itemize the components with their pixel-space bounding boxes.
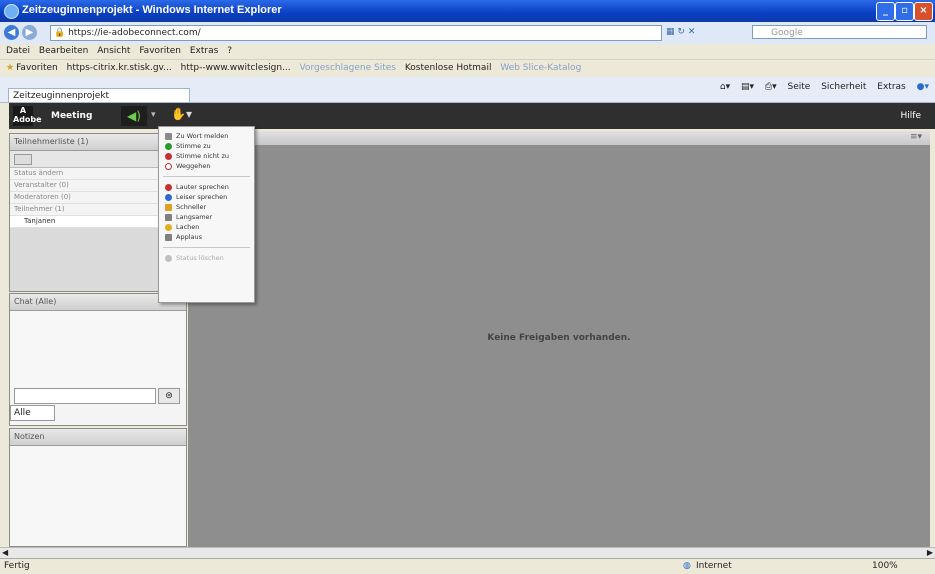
refresh-icon[interactable]: ↻ [677, 27, 685, 37]
compatibility-icon[interactable]: ▦ [666, 27, 675, 37]
favorite-link-4[interactable]: Kostenlose Hotmail [405, 63, 492, 73]
adobe-logo: A Adobe [13, 106, 42, 126]
no-share-message: Keine Freigaben vorhanden. [487, 333, 631, 343]
window-title: Zeitzeuginnenprojekt - Windows Internet … [22, 4, 282, 16]
speaker-dropdown-icon[interactable]: ▾ [151, 110, 156, 120]
globe-icon: ◍ [683, 561, 691, 571]
menu-datei[interactable]: Datei [6, 46, 30, 56]
zoom-text[interactable]: 100% [872, 559, 898, 573]
menu-item-zu-wort-melden[interactable]: Zu Wort melden [159, 131, 254, 141]
menu-item-schneller[interactable]: Schneller [159, 202, 254, 212]
status-hand-icon[interactable]: ✋▾ [171, 107, 192, 121]
menu-help[interactable]: ? [227, 46, 232, 56]
home-icon[interactable]: ⌂▾ [720, 82, 730, 92]
menu-item-weggehen[interactable]: Weggehen [159, 161, 254, 171]
share-pod: ≡▾ Keine Freigaben vorhanden. [188, 131, 930, 547]
menu-item-leiser-sprechen[interactable]: Leiser sprechen [159, 192, 254, 202]
faster-icon [165, 204, 172, 211]
address-bar[interactable]: 🔒 https://ie-adobeconnect.com/ [50, 25, 662, 41]
pod-options-icon[interactable]: ≡▾ [910, 132, 922, 142]
address-toolbar: ◀ ▶ 🔒 https://ie-adobeconnect.com/ ▦ ↻ ✕… [0, 22, 935, 44]
stop-icon[interactable]: ✕ [688, 27, 696, 37]
back-button[interactable]: ◀ [4, 25, 19, 40]
hilfe-menu[interactable]: Hilfe [901, 111, 921, 121]
share-pod-header: ≡▾ [188, 131, 930, 145]
applause-icon [165, 234, 172, 241]
tab-bar: Zeitzeuginnenprojekt ⌂▾ ▤▾ ⎙▾ Seite Sich… [0, 77, 935, 103]
scroll-right-icon[interactable]: ▶ [927, 548, 933, 557]
lock-icon: 🔒 [54, 28, 66, 38]
laugh-icon [165, 224, 172, 231]
chat-scope-select[interactable]: Alle [10, 405, 55, 421]
favorites-button[interactable]: Favoriten [16, 63, 58, 73]
slower-icon [165, 214, 172, 221]
notes-title: Notizen [10, 429, 186, 446]
agree-icon [165, 143, 172, 150]
chat-pod: Chat (Alle) ⊜ Alle [9, 293, 187, 426]
feeds-icon[interactable]: ▤▾ [741, 82, 754, 92]
address-url: https://ie-adobeconnect.com/ [68, 28, 201, 38]
favorite-link-5[interactable]: Web Slice-Katalog [500, 63, 581, 73]
menu-favoriten[interactable]: Favoriten [139, 46, 181, 56]
favorites-bar: ★ Favoriten https-citrix.kr.stisk.gv... h… [0, 59, 935, 78]
help-icon[interactable]: ●▾ [917, 82, 929, 92]
participants-view-icon[interactable] [14, 154, 32, 165]
tab-zeitzeuginnenprojekt[interactable]: Zeitzeuginnenprojekt [8, 88, 190, 102]
forward-button[interactable]: ▶ [22, 25, 37, 40]
zone-text: Internet [696, 561, 732, 571]
ie-logo-icon [4, 4, 19, 19]
menu-item-applaus[interactable]: Applaus [159, 232, 254, 242]
search-input[interactable]: Google [752, 25, 927, 39]
menu-item-lauter-sprechen[interactable]: Lauter sprechen [159, 182, 254, 192]
maximize-button[interactable]: ▫ [895, 2, 914, 21]
notes-pod: Notizen [9, 428, 187, 547]
send-icon[interactable]: ⊜ [158, 388, 180, 404]
favorites-star-icon: ★ [6, 63, 15, 73]
extras-button[interactable]: Extras [877, 82, 905, 92]
sicherheit-button[interactable]: Sicherheit [821, 82, 866, 92]
louder-icon [165, 184, 172, 191]
minimize-button[interactable]: _ [876, 2, 895, 21]
seite-button[interactable]: Seite [788, 82, 811, 92]
menu-item-status-loeschen[interactable]: Status löschen [159, 253, 254, 263]
status-dropdown-menu: Zu Wort melden Stimme zu Stimme nicht zu… [158, 126, 255, 303]
close-window-button[interactable]: × [914, 2, 933, 21]
menu-item-langsamer[interactable]: Langsamer [159, 212, 254, 222]
menu-separator [163, 176, 250, 177]
menu-separator [163, 247, 250, 248]
favorite-link-3[interactable]: Vorgeschlagene Sites [300, 63, 396, 73]
menu-extras[interactable]: Extras [190, 46, 218, 56]
menu-item-stimme-nicht-zu[interactable]: Stimme nicht zu [159, 151, 254, 161]
menu-item-stimme-zu[interactable]: Stimme zu [159, 141, 254, 151]
favorite-link-2[interactable]: http--www.wwitclesign... [181, 63, 291, 73]
menu-item-lachen[interactable]: Lachen [159, 222, 254, 232]
address-actions[interactable]: ▦ ↻ ✕ [666, 27, 746, 39]
chat-messages [10, 311, 186, 387]
window-title-bar: Zeitzeuginnenprojekt - Windows Internet … [0, 0, 935, 22]
favorite-link-1[interactable]: https-citrix.kr.stisk.gv... [67, 63, 172, 73]
connect-header: A Adobe Meeting ◀) ▾ ✋▾ Hilfe [9, 103, 935, 129]
command-bar: ⌂▾ ▤▾ ⎙▾ Seite Sicherheit Extras ●▾ [712, 82, 929, 92]
menu-ansicht[interactable]: Ansicht [97, 46, 130, 56]
menu-bar: Datei Bearbeiten Ansicht Favoriten Extra… [0, 44, 935, 59]
softer-icon [165, 194, 172, 201]
hand-icon [165, 133, 172, 140]
meeting-menu[interactable]: Meeting [51, 111, 92, 121]
status-bar: Fertig ◍ Internet 100% [0, 558, 935, 574]
status-text: Fertig [4, 561, 30, 571]
chat-input[interactable] [14, 388, 156, 404]
scroll-left-icon[interactable]: ◀ [2, 548, 8, 557]
print-icon[interactable]: ⎙▾ [765, 82, 777, 92]
menu-bearbeiten[interactable]: Bearbeiten [39, 46, 88, 56]
disagree-icon [165, 153, 172, 160]
speaker-icon[interactable]: ◀) [121, 106, 147, 126]
away-icon [165, 163, 172, 170]
clear-icon [165, 255, 172, 262]
